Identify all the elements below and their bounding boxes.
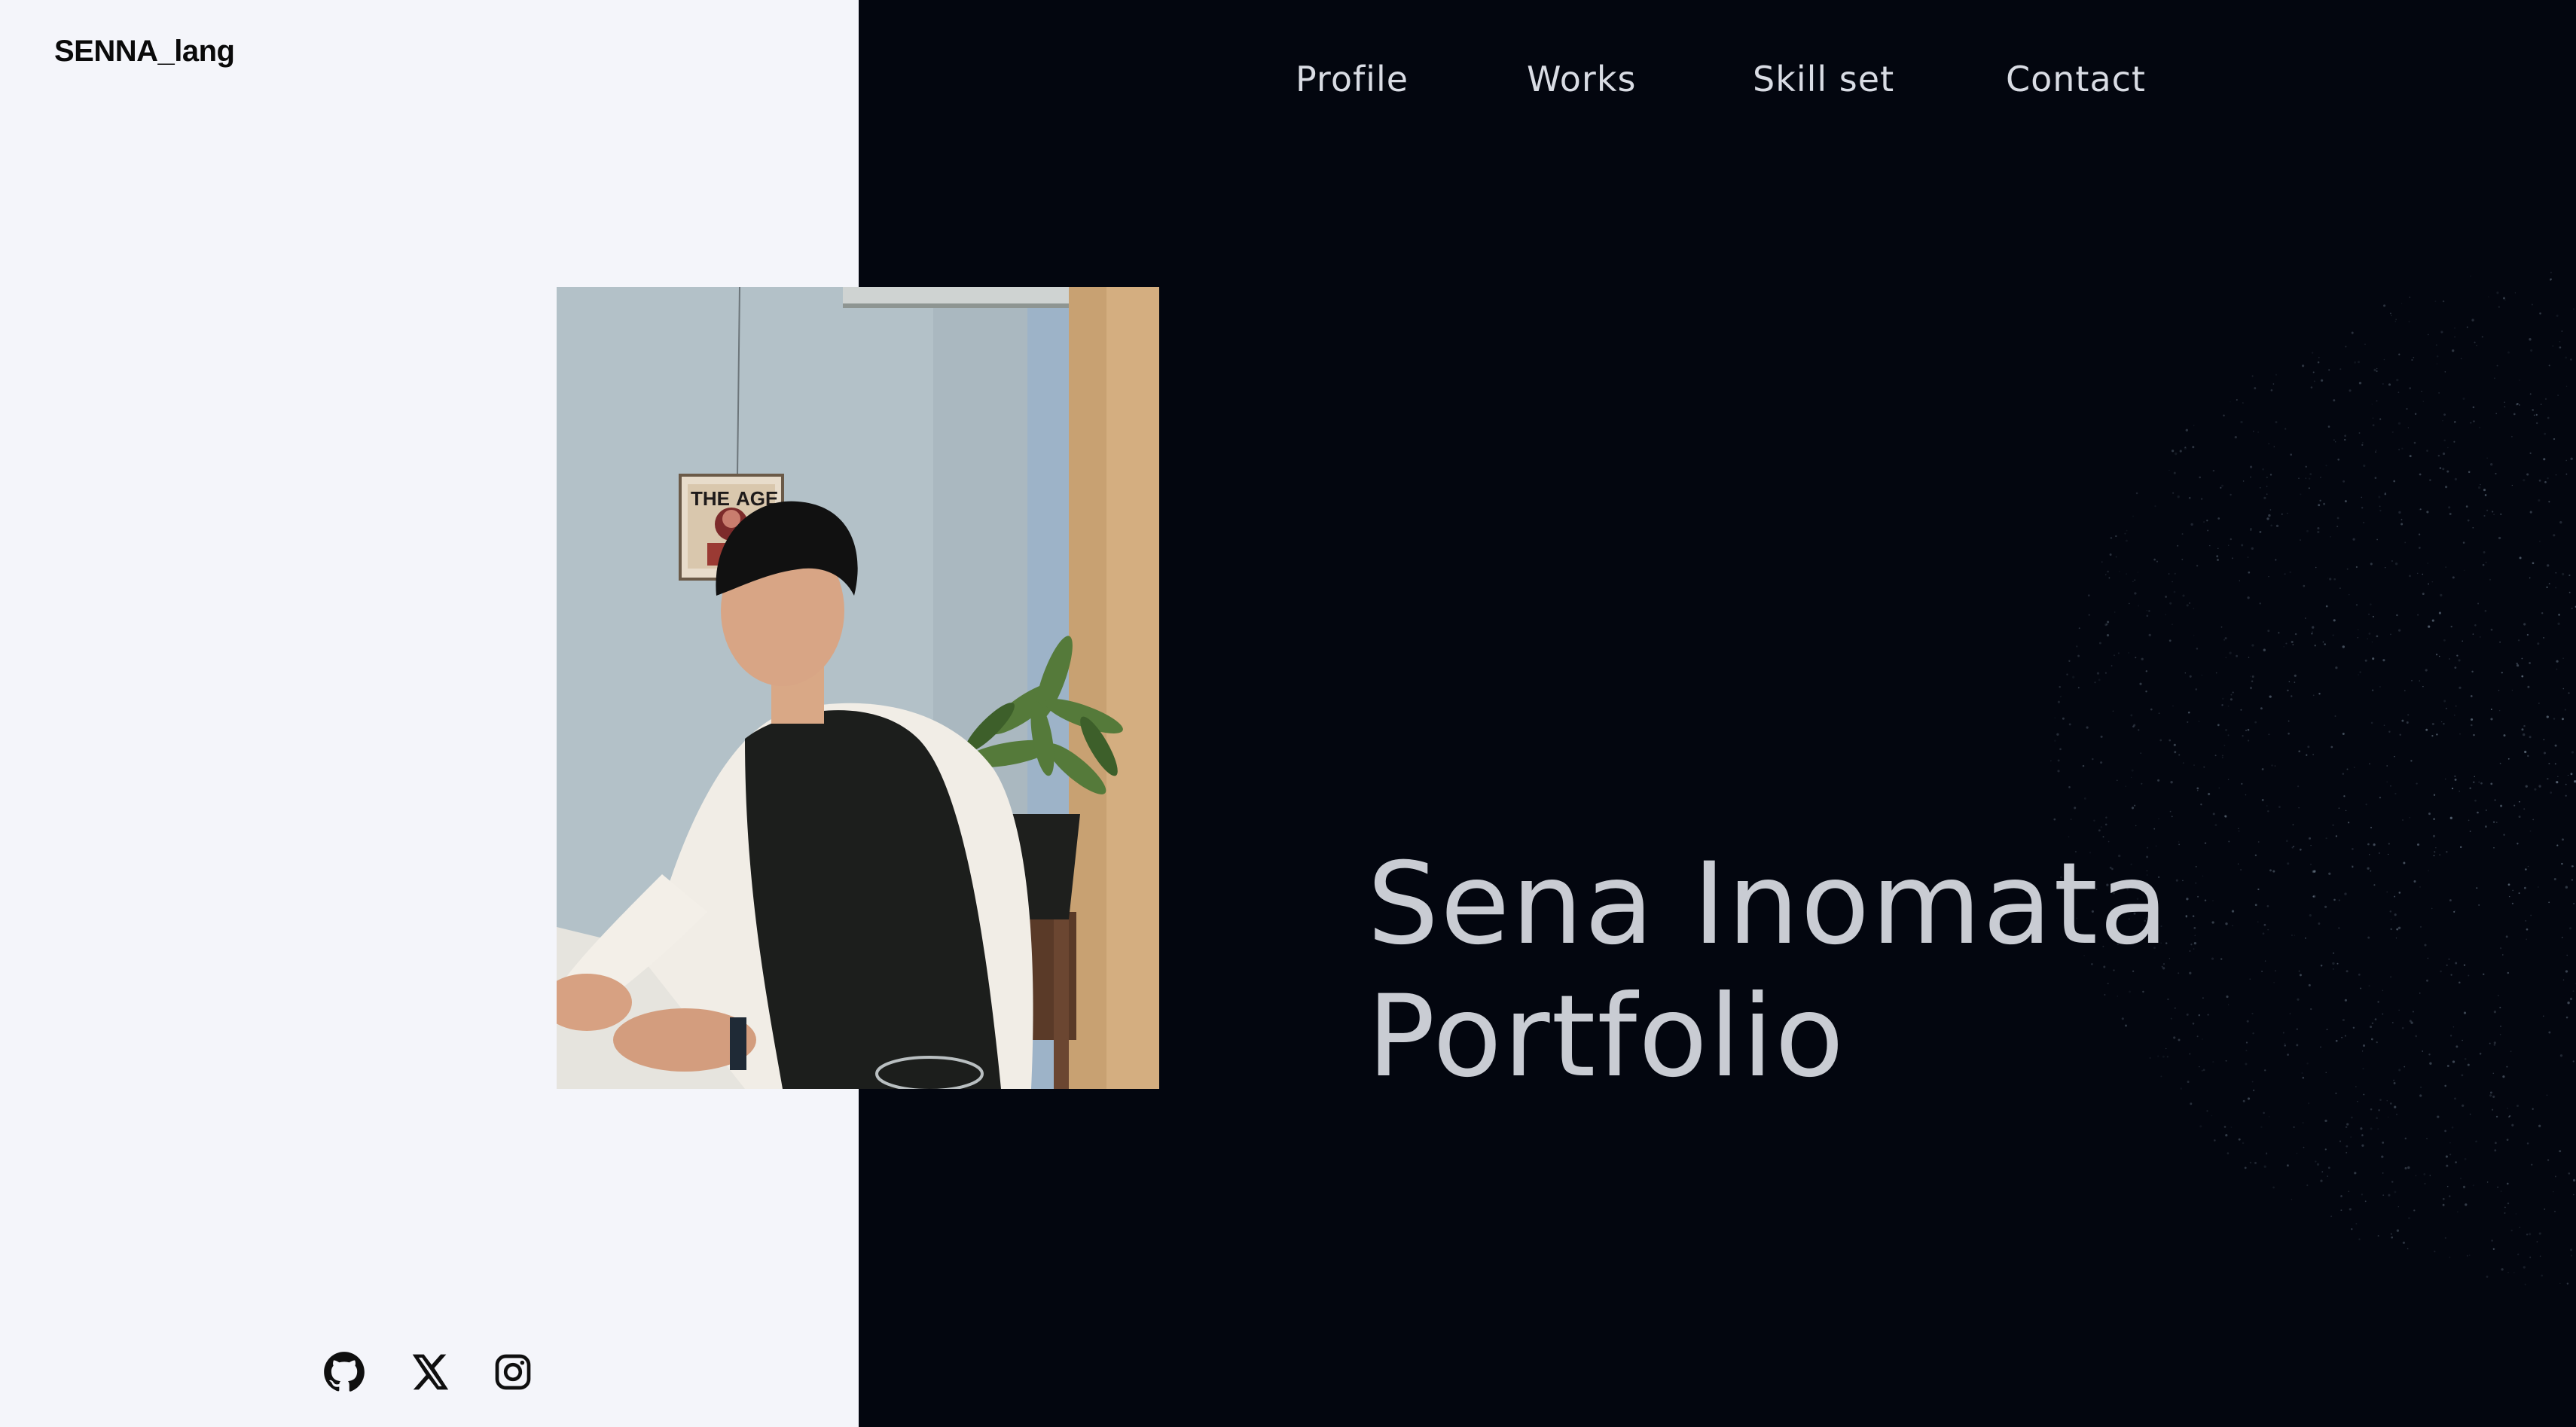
main-nav: Profile Works Skill set Contact: [0, 59, 2576, 104]
x-link[interactable]: [407, 1351, 450, 1393]
hero-title-subtitle: Portfolio: [1367, 971, 1846, 1102]
svg-text:THE: THE: [691, 487, 730, 510]
nav-item-works[interactable]: Works: [1527, 59, 1636, 99]
x-icon: [412, 1354, 449, 1390]
nav-item-contact[interactable]: Contact: [2006, 59, 2146, 99]
profile-photo: THE AGE: [557, 287, 1159, 1089]
instagram-icon: [495, 1354, 531, 1390]
hero-title: Sena Inomata Portfolio: [1367, 838, 2170, 1103]
instagram-link[interactable]: [492, 1351, 534, 1393]
nav-item-skill-set[interactable]: Skill set: [1753, 59, 1894, 99]
github-link[interactable]: [323, 1351, 365, 1393]
nav-item-profile[interactable]: Profile: [1296, 59, 1409, 99]
github-icon: [324, 1352, 365, 1392]
profile-photo-illustration: THE AGE: [557, 287, 1159, 1089]
hero-title-name: Sena Inomata: [1367, 838, 2171, 970]
page: SENNA_lang Profile Works Skill set Conta…: [0, 0, 2576, 1427]
particle-field: [2050, 271, 2576, 1285]
